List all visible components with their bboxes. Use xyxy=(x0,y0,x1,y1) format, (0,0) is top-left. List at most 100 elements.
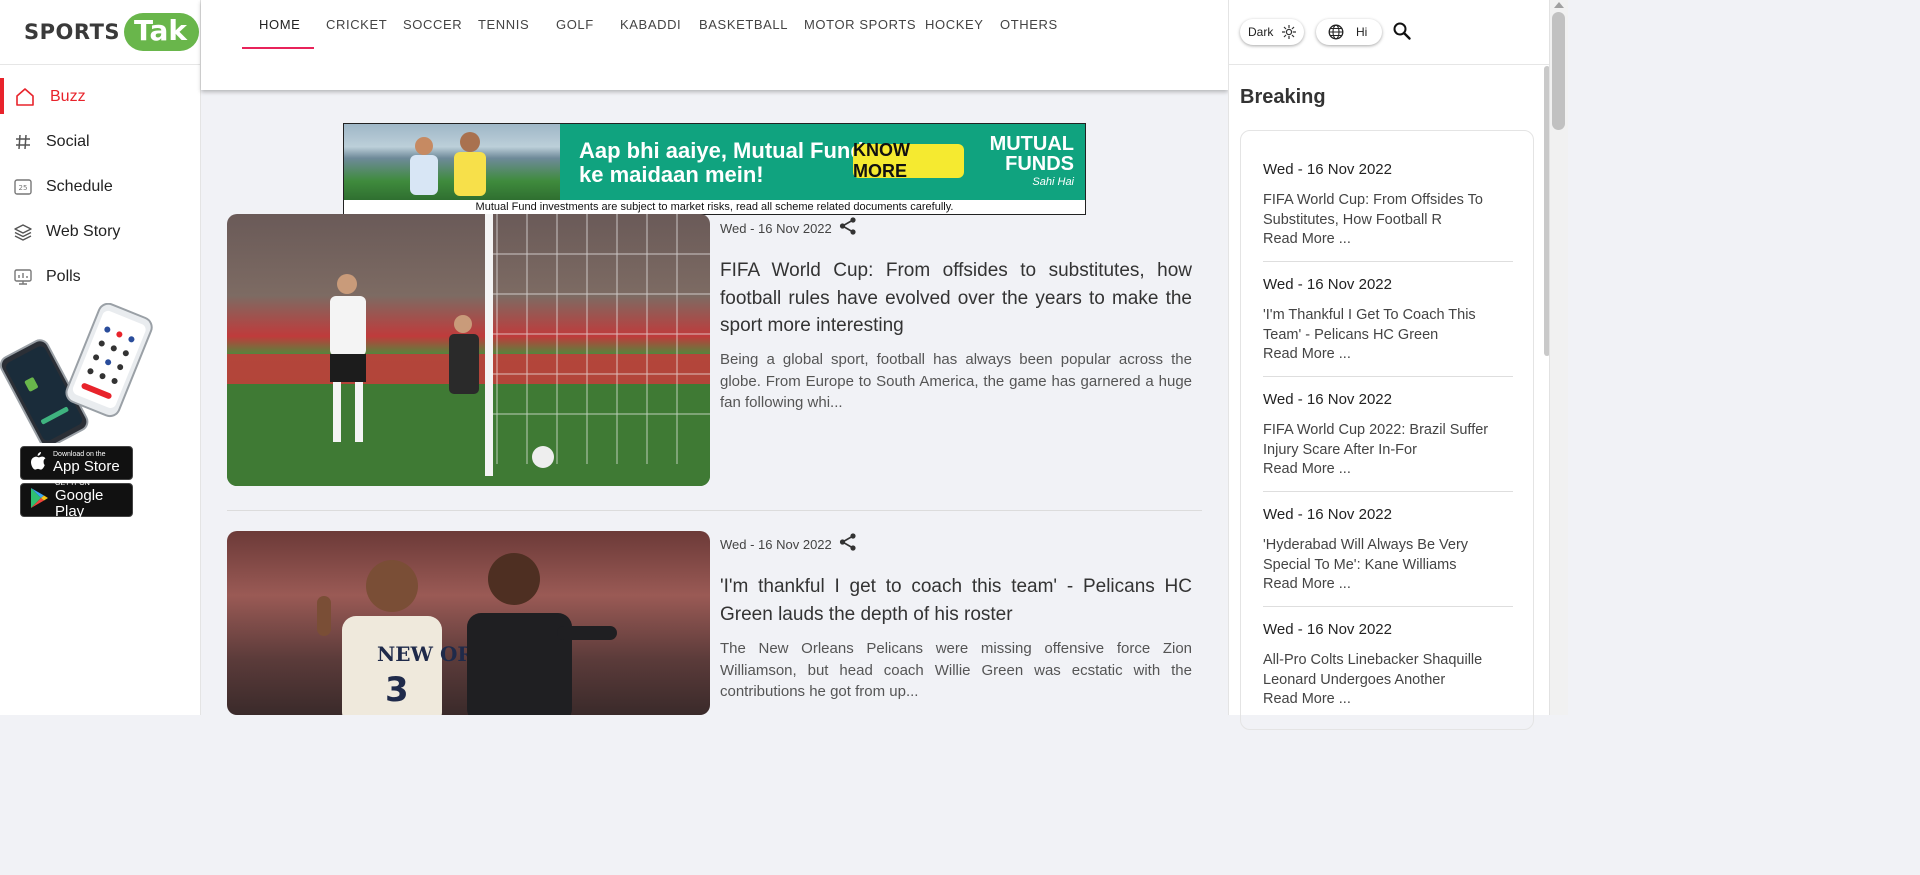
home-icon xyxy=(14,86,36,108)
ad-tagline: Sahi Hai xyxy=(1032,176,1074,188)
breaking-item-title[interactable]: 'Hyderabad Will Always Be Very Special T… xyxy=(1263,536,1513,575)
breaking-item[interactable]: Wed - 16 Nov 2022 FIFA World Cup: From O… xyxy=(1263,161,1513,249)
ad-brand-line-1: MUTUAL xyxy=(989,133,1074,155)
logo-sports-text: SPORTS xyxy=(24,20,121,44)
right-panel-toolbar: Dark Hi xyxy=(1229,0,1549,65)
breaking-item-date: Wed - 16 Nov 2022 xyxy=(1263,391,1392,408)
tab-others[interactable]: OTHERS xyxy=(1000,17,1058,32)
sidebar-item-buzz[interactable]: Buzz xyxy=(0,74,200,119)
sportstak-logo[interactable]: SPORTS Tak xyxy=(0,0,200,65)
breaking-item[interactable]: Wed - 16 Nov 2022 'I'm Thankful I Get To… xyxy=(1263,276,1513,364)
app-store-button[interactable]: Download on the App Store xyxy=(20,446,133,480)
google-play-big-text: Google Play xyxy=(55,487,104,520)
article-title[interactable]: 'I'm thankful I get to coach this team' … xyxy=(720,573,1192,628)
breaking-item-date: Wed - 16 Nov 2022 xyxy=(1263,161,1392,178)
share-icon[interactable] xyxy=(838,532,858,552)
article-summary: Being a global sport, football has alway… xyxy=(720,351,1192,411)
app-store-big-text: App Store xyxy=(53,458,120,475)
dark-mode-label: Dark xyxy=(1248,25,1274,39)
breaking-item[interactable]: Wed - 16 Nov 2022 All-Pro Colts Lineback… xyxy=(1263,621,1513,709)
breaking-item-date: Wed - 16 Nov 2022 xyxy=(1263,506,1392,523)
share-icon[interactable] xyxy=(838,216,858,236)
ad-headline: Aap bhi aaiye, Mutual Funds ke maidaan m… xyxy=(579,139,876,187)
breaking-item[interactable]: Wed - 16 Nov 2022 'Hyderabad Will Always… xyxy=(1263,506,1513,594)
svg-text:3: 3 xyxy=(385,670,409,710)
breaking-item-title[interactable]: All-Pro Colts Linebacker Shaquille Leona… xyxy=(1263,651,1513,690)
sidebar-item-social[interactable]: Social xyxy=(0,119,200,164)
poll-icon xyxy=(12,266,34,288)
breaking-item-date: Wed - 16 Nov 2022 xyxy=(1263,276,1392,293)
page-scrollbar[interactable] xyxy=(1549,0,1568,715)
globe-icon xyxy=(1328,24,1344,40)
scroll-up-arrow-icon[interactable] xyxy=(1554,2,1564,8)
calendar-icon: 25 xyxy=(12,176,34,198)
ad-brand-line-2: FUNDS xyxy=(1005,153,1074,175)
read-more-link[interactable]: Read More ... xyxy=(1263,345,1513,364)
breaking-divider xyxy=(1263,261,1513,262)
ad-know-more-button[interactable]: KNOW MORE xyxy=(853,140,964,181)
tab-basketball[interactable]: BASKETBALL xyxy=(699,17,788,32)
read-more-link[interactable]: Read More ... xyxy=(1263,690,1513,709)
logo-tak-text: Tak xyxy=(124,13,200,51)
breaking-heading: Breaking xyxy=(1240,86,1326,108)
language-toggle[interactable]: Hi xyxy=(1316,19,1382,45)
article-divider xyxy=(227,510,1202,511)
active-tab-indicator xyxy=(242,47,314,49)
apple-icon xyxy=(29,451,47,476)
breaking-divider xyxy=(1263,491,1513,492)
breaking-item-title[interactable]: FIFA World Cup 2022: Brazil Suffer Injur… xyxy=(1263,421,1513,460)
sidebar-item-label: Web Story xyxy=(46,222,121,240)
sidebar-item-web-story[interactable]: Web Story xyxy=(0,209,200,254)
mutual-fund-ad-banner[interactable]: Aap bhi aaiye, Mutual Funds ke maidaan m… xyxy=(343,123,1086,215)
breaking-divider xyxy=(1263,376,1513,377)
tab-hockey[interactable]: HOCKEY xyxy=(925,17,984,32)
article-image-fifa[interactable] xyxy=(227,214,710,486)
article-date: Wed - 16 Nov 2022 xyxy=(720,537,832,552)
google-play-button[interactable]: GET IT ON Google Play xyxy=(20,480,133,520)
google-play-icon xyxy=(29,487,49,514)
layers-icon xyxy=(12,221,34,243)
breaking-item-date: Wed - 16 Nov 2022 xyxy=(1263,621,1392,638)
tab-soccer[interactable]: SOCCER xyxy=(403,17,462,32)
ad-brand: MUTUAL FUNDS xyxy=(986,134,1074,174)
tab-tennis[interactable]: TENNIS xyxy=(478,17,529,32)
read-more-link[interactable]: Read More ... xyxy=(1263,460,1513,479)
article-image-pelicans[interactable]: NEW ORLEANS 3 xyxy=(227,531,710,715)
sidebar-nav: Buzz Social 25 Schedule Web Story Polls xyxy=(0,65,200,299)
breaking-divider xyxy=(1263,606,1513,607)
tab-motor-sports[interactable]: MOTOR SPORTS xyxy=(804,17,916,32)
sports-category-nav: HOME CRICKET SOCCER TENNIS GOLF KABADDI … xyxy=(201,0,1228,90)
search-icon[interactable] xyxy=(1392,21,1414,43)
tab-kabaddi[interactable]: KABADDI xyxy=(620,17,681,32)
app-phones-illustration xyxy=(0,302,160,448)
sidebar-item-label: Schedule xyxy=(46,177,113,195)
ad-disclaimer: Mutual Fund investments are subject to m… xyxy=(475,201,954,213)
article-date: Wed - 16 Nov 2022 xyxy=(720,221,832,236)
theme-icon xyxy=(1281,24,1297,40)
article-summary: The New Orleans Pelicans were missing of… xyxy=(720,640,1192,700)
sidebar-item-polls[interactable]: Polls xyxy=(0,254,200,299)
read-more-link[interactable]: Read More ... xyxy=(1263,575,1513,594)
ad-stadium-image xyxy=(344,124,560,200)
breaking-item[interactable]: Wed - 16 Nov 2022 FIFA World Cup 2022: B… xyxy=(1263,391,1513,479)
tab-golf[interactable]: GOLF xyxy=(556,17,594,32)
hashtag-icon xyxy=(12,131,34,153)
ad-line-2: ke maidaan mein! xyxy=(579,162,764,187)
language-label: Hi xyxy=(1356,25,1368,39)
breaking-news-card: Wed - 16 Nov 2022 FIFA World Cup: From O… xyxy=(1240,130,1534,730)
tab-cricket[interactable]: CRICKET xyxy=(326,17,387,32)
dark-mode-toggle[interactable]: Dark xyxy=(1240,19,1304,45)
article-title[interactable]: FIFA World Cup: From offsides to substit… xyxy=(720,257,1192,340)
ad-line-1: Aap bhi aaiye, Mutual Funds xyxy=(579,138,877,163)
breaking-item-title[interactable]: FIFA World Cup: From Offsides To Substit… xyxy=(1263,191,1513,230)
sidebar-item-label: Polls xyxy=(46,267,81,285)
svg-text:25: 25 xyxy=(19,184,28,192)
sidebar-item-schedule[interactable]: 25 Schedule xyxy=(0,164,200,209)
sidebar-item-label: Social xyxy=(46,132,90,150)
right-panel: Dark Hi Breaking Wed - 16 Nov 2022 FIFA … xyxy=(1228,0,1549,730)
read-more-link[interactable]: Read More ... xyxy=(1263,230,1513,249)
tab-home[interactable]: HOME xyxy=(259,17,300,32)
sidebar-item-label: Buzz xyxy=(50,87,86,105)
breaking-item-title[interactable]: 'I'm Thankful I Get To Coach This Team' … xyxy=(1263,306,1513,345)
page-scroll-thumb[interactable] xyxy=(1552,12,1565,130)
